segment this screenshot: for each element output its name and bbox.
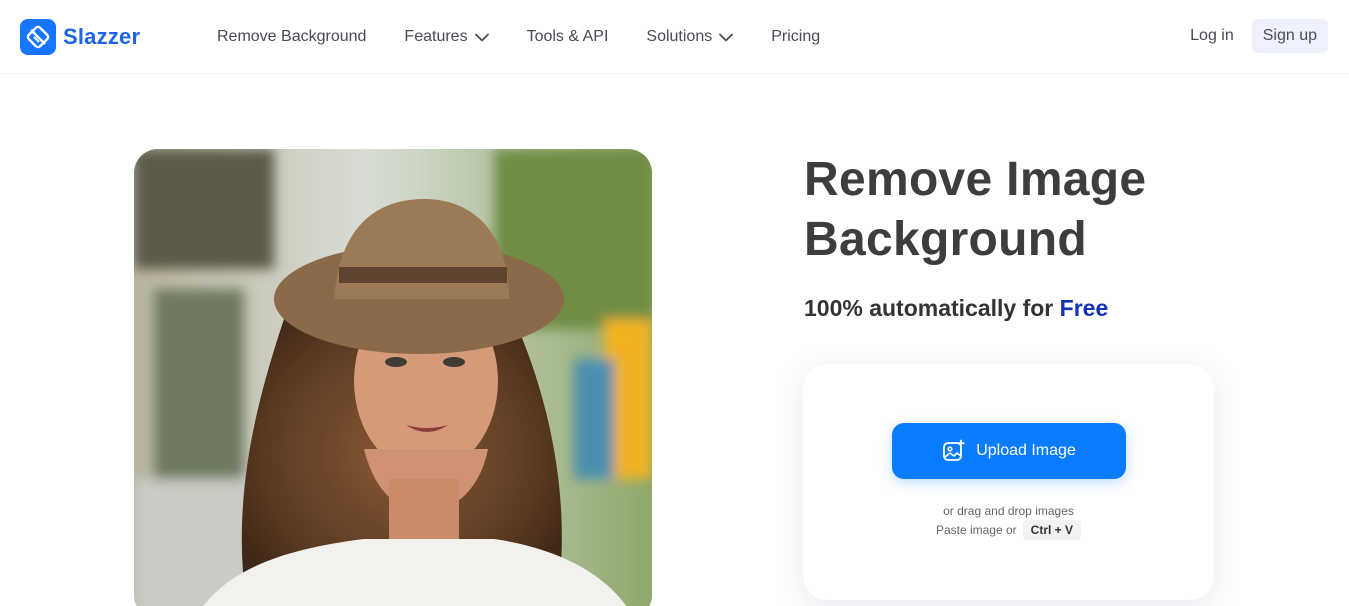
nav-label: Solutions <box>646 28 713 45</box>
nav-solutions[interactable]: Solutions <box>646 28 734 46</box>
slazzer-logo-icon <box>20 19 56 55</box>
signup-button[interactable]: Sign up <box>1251 19 1328 53</box>
upload-button-label: Upload Image <box>976 442 1076 459</box>
nav-label: Remove Background <box>217 28 367 45</box>
paste-shortcut-badge: Ctrl + V <box>1022 520 1082 540</box>
main-nav: Remove Background Features Tools & API S… <box>217 0 858 74</box>
hero-photo <box>134 149 652 606</box>
paste-hint: Paste image or Ctrl + V <box>803 520 1214 540</box>
upload-image-button[interactable]: Upload Image <box>892 423 1126 479</box>
nav-pricing[interactable]: Pricing <box>771 28 820 46</box>
image-upload-icon <box>942 439 966 463</box>
login-link[interactable]: Log in <box>1190 27 1234 45</box>
nav-features[interactable]: Features <box>404 28 489 46</box>
subtitle-highlight: Free <box>1059 295 1109 321</box>
nav-label: Features <box>404 28 468 45</box>
auth-actions: Log in Sign up <box>1190 19 1328 53</box>
nav-label: Pricing <box>771 28 821 45</box>
logo-text: Slazzer <box>63 24 141 49</box>
chevron-down-icon <box>719 33 734 42</box>
logo[interactable]: Slazzer <box>20 19 140 55</box>
chevron-down-icon <box>474 33 489 42</box>
nav-remove-background[interactable]: Remove Background <box>217 28 366 46</box>
drag-drop-hint: or drag and drop images <box>943 504 1074 518</box>
hero-subtitle: 100% automatically for Free <box>804 295 1108 322</box>
upload-card[interactable]: Upload Image or drag and drop images Pas… <box>803 364 1214 600</box>
site-header: Slazzer Remove Background Features Tools… <box>0 0 1349 74</box>
subtitle-prefix: 100% automatically for <box>804 295 1054 321</box>
nav-label: Tools & API <box>526 28 609 45</box>
nav-tools-api[interactable]: Tools & API <box>527 28 609 46</box>
hero-title: Remove Image Background <box>804 153 1147 266</box>
paste-text: Paste image or <box>935 523 1017 537</box>
